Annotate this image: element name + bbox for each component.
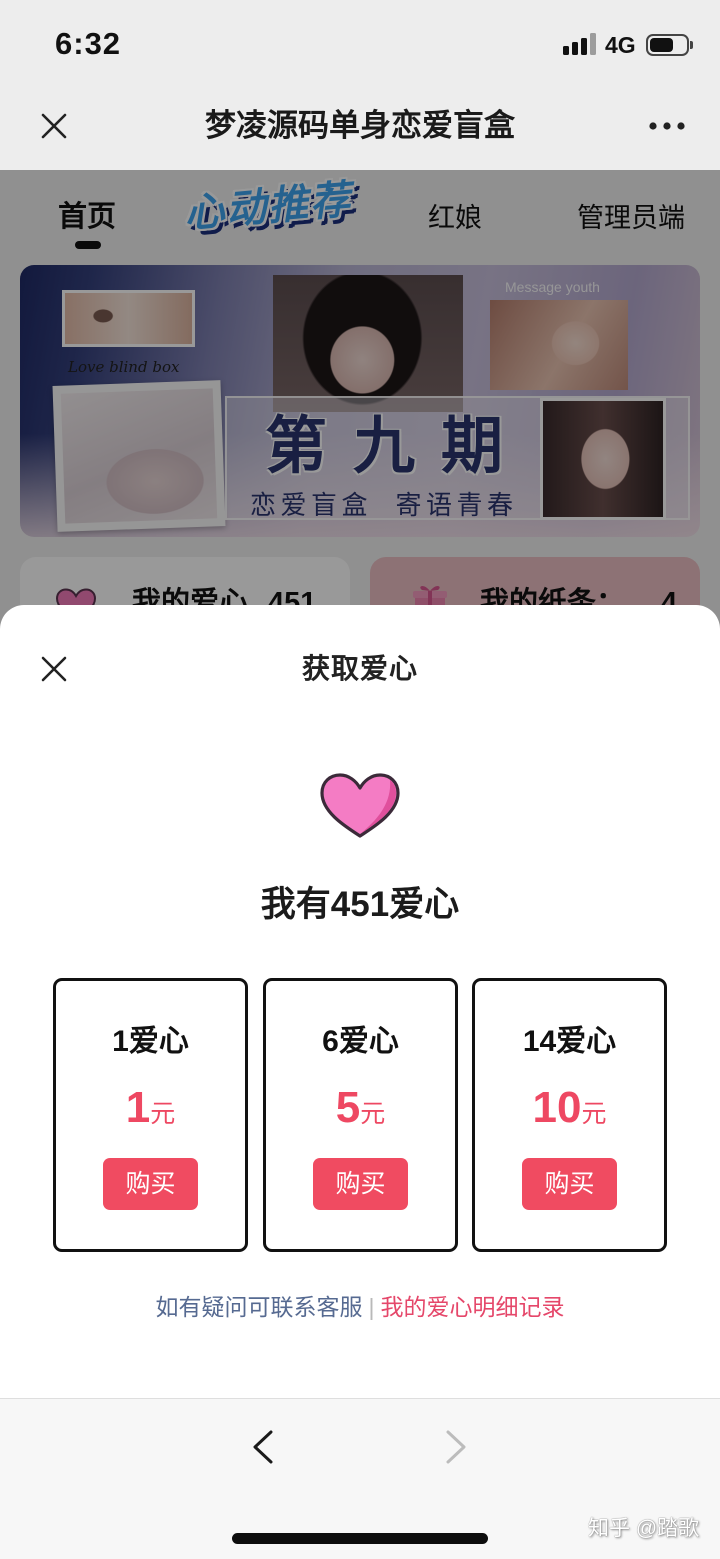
balance-value: 451 <box>330 885 390 924</box>
buy-button[interactable]: 购买 <box>313 1158 408 1210</box>
price-amount: 10 <box>532 1083 582 1132</box>
price-currency: 元 <box>150 1100 176 1128</box>
get-hearts-modal: 获取爱心 我有451爱心 1爱心 1元 购买 6爱心 5元 购买 14爱心 10… <box>0 605 720 1398</box>
chevron-right-icon[interactable] <box>443 1429 469 1465</box>
battery-icon <box>646 34 694 56</box>
status-time: 6:32 <box>55 26 122 61</box>
browser-toolbar: 知乎 @踏歌 <box>0 1398 720 1559</box>
price-currency: 元 <box>360 1100 386 1128</box>
contact-service-link[interactable]: 如有疑问可联系客服 <box>156 1294 363 1320</box>
status-bar: 6:32 4G <box>0 0 720 85</box>
package-card[interactable]: 6爱心 5元 购买 <box>263 978 458 1252</box>
balance-suffix: 爱心 <box>389 885 460 924</box>
package-card[interactable]: 14爱心 10元 购买 <box>472 978 667 1252</box>
heart-records-link[interactable]: 我的爱心明细记录 <box>380 1294 564 1320</box>
package-label: 14爱心 <box>522 1025 617 1058</box>
chevron-left-icon[interactable] <box>250 1429 276 1465</box>
package-price: 5元 <box>266 1083 455 1143</box>
price-amount: 5 <box>335 1083 361 1132</box>
home-indicator[interactable] <box>232 1533 488 1544</box>
balance-prefix: 我有 <box>260 885 331 924</box>
heart-balance: 我有451爱心 <box>0 883 720 927</box>
package-label: 1爱心 <box>112 1025 189 1058</box>
battery-level-fill <box>650 38 673 52</box>
modal-footer: 如有疑问可联系客服 | 我的爱心明细记录 <box>0 1290 720 1324</box>
footer-separator: | <box>368 1294 375 1320</box>
modal-title: 获取爱心 <box>301 653 418 684</box>
heart-icon <box>318 772 402 840</box>
signal-icon <box>563 33 597 55</box>
buy-button[interactable]: 购买 <box>103 1158 198 1210</box>
page-title: 梦凌源码单身恋爱盲盒 <box>205 108 515 143</box>
watermark: 知乎 @踏歌 <box>588 1517 700 1540</box>
more-dots-icon[interactable] <box>648 119 686 133</box>
package-label: 6爱心 <box>322 1025 399 1058</box>
network-type: 4G <box>605 32 636 58</box>
package-price: 10元 <box>475 1083 664 1143</box>
price-currency: 元 <box>581 1100 607 1128</box>
package-card[interactable]: 1爱心 1元 购买 <box>53 978 248 1252</box>
price-amount: 1 <box>125 1083 151 1132</box>
buy-button[interactable]: 购买 <box>522 1158 617 1210</box>
package-price: 1元 <box>56 1083 245 1143</box>
screen: 6:32 4G 梦凌源码单身恋爱盲盒 首页 心动推荐 红娘 管理员端 Love … <box>0 0 720 1559</box>
